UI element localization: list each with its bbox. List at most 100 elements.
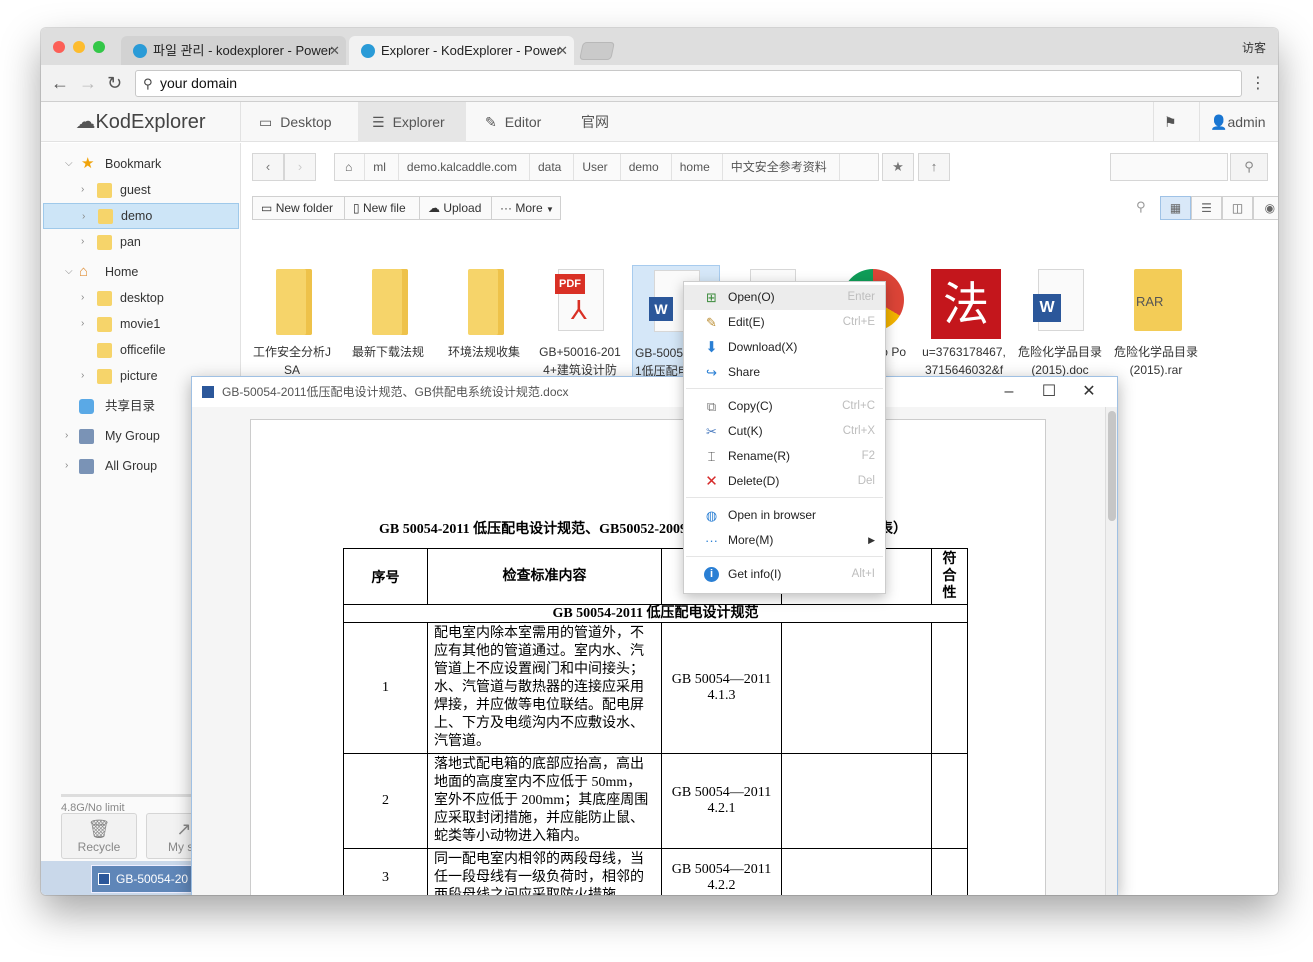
- tree-item-movie1[interactable]: › movie1: [41, 311, 241, 337]
- url-input[interactable]: ⚲ your domain: [135, 70, 1242, 97]
- chevron-down-icon[interactable]: ⌵: [65, 259, 73, 285]
- search-button[interactable]: ⚲: [1230, 153, 1268, 181]
- chevron-right-icon[interactable]: ›: [65, 453, 68, 479]
- address-bar: ← → ↻ ⚲ your domain ⋮: [41, 65, 1278, 102]
- close-window-button[interactable]: [53, 41, 65, 53]
- menu-item-copy[interactable]: ⧉ Copy(C) Ctrl+C: [684, 394, 885, 419]
- preview-titlebar[interactable]: GB-50054-2011低压配电设计规范、GB供配电系统设计规范.docx –…: [192, 377, 1117, 407]
- nav-desktop[interactable]: ▭ Desktop: [245, 102, 346, 142]
- history-back-button[interactable]: ‹: [252, 153, 284, 181]
- table-header: 序号: [343, 548, 428, 605]
- chevron-right-icon[interactable]: ›: [81, 177, 84, 203]
- more-button[interactable]: ··· More ▼: [491, 196, 561, 220]
- reload-icon[interactable]: ↻: [107, 73, 122, 94]
- word-badge: W: [649, 297, 673, 321]
- file-name: 最新下载法规: [351, 345, 424, 359]
- nav-editor[interactable]: ✎ Editor: [471, 102, 555, 142]
- menu-item-edit[interactable]: ✎ Edit(E) Ctrl+E: [684, 310, 885, 335]
- minimize-window-button[interactable]: [73, 41, 85, 53]
- app-logo[interactable]: ☁KodExplorer: [41, 102, 241, 142]
- view-split-button[interactable]: ◫: [1222, 196, 1253, 220]
- tree-item-desktop[interactable]: › desktop: [41, 285, 241, 311]
- breadcrumb-item[interactable]: ml: [365, 154, 399, 180]
- favorite-star-button[interactable]: ★: [882, 153, 914, 181]
- menu-item-label: More(M): [728, 533, 774, 547]
- folder-icon: [98, 209, 113, 224]
- chevron-right-icon[interactable]: ›: [81, 363, 84, 389]
- new-folder-button[interactable]: ▭ New folder: [252, 196, 345, 220]
- menu-item-cut[interactable]: ✂ Cut(K) Ctrl+X: [684, 419, 885, 444]
- menu-item-download[interactable]: ⬇ Download(X): [684, 335, 885, 360]
- user-menu-button[interactable]: 👤admin ▼: [1199, 102, 1278, 169]
- close-tab-icon[interactable]: ✕: [557, 36, 568, 65]
- breadcrumb-item[interactable]: home: [672, 154, 723, 180]
- menu-item-rename[interactable]: ⌶ Rename(R) F2: [684, 444, 885, 469]
- menu-item-more[interactable]: ··· More(M) ▶: [684, 528, 885, 553]
- history-forward-button[interactable]: ›: [284, 153, 316, 181]
- menu-item-share[interactable]: ↪ Share: [684, 360, 885, 385]
- tree-item-guest[interactable]: › guest: [41, 177, 241, 203]
- trash-icon: 🗑: [87, 819, 111, 839]
- chevron-right-icon[interactable]: ›: [82, 204, 85, 230]
- breadcrumb-item[interactable]: data: [530, 154, 575, 180]
- tree-item-demo[interactable]: › demo: [43, 203, 239, 229]
- view-grid-button[interactable]: ▦: [1160, 196, 1191, 220]
- maximize-icon[interactable]: ☐: [1029, 377, 1069, 407]
- menu-item-delete[interactable]: ✕ Delete(D) Del: [684, 469, 885, 494]
- browser-menu-icon[interactable]: ⋮: [1250, 73, 1266, 93]
- theme-menu-button[interactable]: ◉ ▼: [1253, 196, 1278, 220]
- flag-menu-button[interactable]: ⚑ ▼: [1153, 102, 1199, 169]
- chevron-right-icon[interactable]: ›: [81, 285, 84, 311]
- folder-icon: [372, 269, 408, 335]
- close-icon[interactable]: ✕: [1069, 377, 1109, 407]
- nav-official-site[interactable]: 官网: [567, 102, 623, 142]
- parent-folder-button[interactable]: ↑: [918, 153, 950, 181]
- chevron-right-icon[interactable]: ›: [81, 229, 84, 255]
- home-icon[interactable]: ⌂: [335, 154, 366, 180]
- search-input[interactable]: [1110, 153, 1228, 181]
- star-icon: ★: [81, 155, 95, 172]
- guest-label: 访客: [1241, 41, 1266, 55]
- back-icon[interactable]: ←: [51, 73, 69, 94]
- new-tab-button[interactable]: [579, 42, 615, 60]
- forward-icon[interactable]: →: [79, 73, 97, 94]
- browser-tab-1[interactable]: 파일 관리 - kodexplorer - Power ✕: [121, 36, 346, 65]
- tree-bookmark[interactable]: ⌵ ★ Bookmark: [41, 151, 241, 177]
- menu-item-label: Share: [728, 365, 761, 379]
- scrollbar-thumb[interactable]: [1108, 411, 1116, 521]
- tree-item-officefile[interactable]: officefile: [41, 337, 241, 363]
- file-item[interactable]: RAR 危险化学品目录(2015).rar: [1112, 265, 1200, 395]
- menu-item-get-info[interactable]: i Get info(I) Alt+I: [684, 562, 885, 587]
- chevron-right-icon[interactable]: ›: [81, 311, 84, 337]
- breadcrumb-item[interactable]: 中文安全参考资料: [723, 154, 840, 180]
- preview-scrollbar[interactable]: [1105, 407, 1117, 895]
- tree-item-pan[interactable]: › pan: [41, 229, 241, 255]
- menu-item-label: Download(X): [728, 340, 798, 354]
- new-file-button[interactable]: ▯ New file: [344, 196, 420, 220]
- menu-item-open-in-browser[interactable]: ◍ Open in browser: [684, 503, 885, 528]
- preview-body: GB 50054-2011 低压配电设计规范、GB50052-2009 表） 序号…: [192, 407, 1117, 895]
- nav-explorer[interactable]: ☰ Explorer: [358, 102, 466, 142]
- table-section: GB 50054-2011 低压配电设计规范: [343, 604, 968, 623]
- file-name: 危险化学品目录(2015).rar: [1114, 345, 1199, 377]
- menu-item-open[interactable]: ⊞ Open(O) Enter: [684, 285, 885, 310]
- view-list-button[interactable]: ☰: [1191, 196, 1222, 220]
- zoom-icon[interactable]: ⚲: [1136, 199, 1146, 215]
- menu-item-shortcut: F2: [861, 450, 875, 462]
- close-tab-icon[interactable]: ✕: [329, 36, 340, 65]
- chevron-down-icon[interactable]: ⌵: [65, 151, 73, 177]
- taskbar-item-label: GB-50054-20: [116, 872, 189, 886]
- chevron-right-icon[interactable]: ›: [65, 423, 68, 449]
- breadcrumb-item[interactable]: demo: [621, 154, 672, 180]
- recycle-button[interactable]: 🗑 Recycle: [61, 813, 137, 859]
- browser-tab-2[interactable]: Explorer - KodExplorer - Power ✕: [349, 36, 574, 65]
- breadcrumb-item[interactable]: demo.kalcaddle.com: [399, 154, 530, 180]
- maximize-window-button[interactable]: [93, 41, 105, 53]
- minimize-icon[interactable]: –: [989, 377, 1029, 407]
- upload-button[interactable]: ☁ Upload: [419, 196, 492, 220]
- tree-home[interactable]: ⌵ ⌂ Home: [41, 259, 241, 285]
- breadcrumb-item[interactable]: User: [574, 154, 621, 180]
- tree-item-label: pan: [120, 235, 141, 249]
- menu-item-label: Edit(E): [728, 315, 765, 329]
- breadcrumb: ⌂ ml demo.kalcaddle.com data User demo home 中文安…: [334, 153, 879, 181]
